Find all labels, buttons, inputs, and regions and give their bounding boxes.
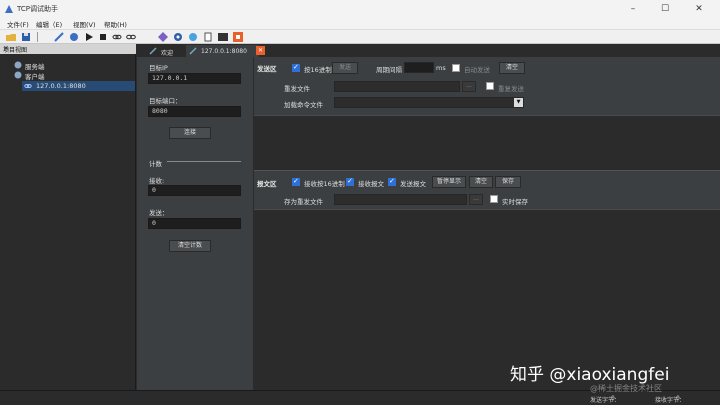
menu-bar: 文件(F) 编辑（E) 视图(V) 帮助(H): [0, 18, 720, 30]
recv-bytes-label: 接收字节：: [655, 397, 686, 404]
globe-icon[interactable]: [188, 32, 198, 42]
auto-send-label: 自动发送: [464, 66, 490, 74]
repeat-file-input[interactable]: [334, 81, 460, 92]
cycle-unit-label: ms: [436, 64, 446, 72]
app-logo-icon: [5, 5, 13, 13]
tree-item-server[interactable]: 服务端: [14, 60, 124, 71]
cycle-interval-label: 周期间隔: [376, 66, 402, 74]
receive-clear-button[interactable]: 清空: [469, 176, 493, 188]
clear-count-button[interactable]: 清空计数: [169, 240, 211, 252]
tab-connection[interactable]: 127.0.0.1:8080: [186, 45, 259, 57]
send-hex-label: 按16进制: [304, 66, 332, 74]
send-count-field: 0: [148, 218, 241, 229]
document-icon[interactable]: [203, 32, 213, 42]
cycle-interval-input[interactable]: [404, 62, 434, 73]
watermark-juejin: @稀土掘金技术社区: [590, 384, 662, 393]
realtime-save-label: 实时保存: [502, 198, 528, 206]
realtime-save-checkbox[interactable]: [490, 195, 498, 203]
minimize-icon[interactable]: –: [618, 2, 648, 16]
connection-icon: [189, 47, 197, 55]
recv-bytes-value: 0: [676, 395, 680, 402]
client-icon: [14, 71, 22, 79]
chevron-down-icon[interactable]: ▼: [514, 98, 523, 107]
tag-icon[interactable]: [158, 32, 168, 42]
counter-title: 计数: [149, 160, 162, 168]
window-title: TCP调试助手: [17, 5, 58, 13]
recv-msg-checkbox[interactable]: [346, 177, 354, 186]
receive-area-controls: 报文区 接收按16进制 接收报文 发送报文 暂停显示 清空 保存 存为重发文件 …: [254, 170, 720, 209]
pause-display-button[interactable]: 暂停显示: [432, 176, 466, 188]
link-icon[interactable]: [112, 32, 122, 42]
maximize-icon[interactable]: ☐: [650, 2, 680, 16]
data-panel: 发送区 按16进制 发送 周期间隔 ms 自动发送 清空 重发文件 ... 重复…: [254, 57, 720, 390]
toolbar-separator: [37, 32, 38, 42]
connection-icon: [24, 84, 32, 88]
receive-hex-label: 接收按16进制: [304, 180, 345, 188]
unlink-icon[interactable]: [126, 32, 136, 42]
save-button[interactable]: 保存: [495, 176, 521, 188]
send-area-controls: 发送区 按16进制 发送 周期间隔 ms 自动发送 清空 重发文件 ... 重复…: [254, 57, 720, 115]
target-ip-label: 目标IP: [149, 64, 168, 72]
receive-count-label: 接收:: [149, 177, 165, 185]
receive-count-field: 0: [148, 185, 241, 196]
counter-divider: [167, 161, 241, 162]
repeat-file-browse-button[interactable]: ...: [462, 81, 476, 92]
repeat-file-label: 重发文件: [284, 85, 310, 93]
toolbar: [0, 30, 720, 44]
send-text-area[interactable]: [254, 115, 720, 170]
recv-msg-label: 接收报文: [358, 180, 384, 188]
save-as-input[interactable]: [334, 194, 467, 205]
save-icon[interactable]: [21, 32, 31, 42]
network-icon[interactable]: [69, 32, 79, 42]
watermark-zhihu: 知乎 @xiaoxiangfei: [510, 365, 670, 385]
save-as-browse-button[interactable]: ...: [469, 194, 483, 205]
repeat-send-checkbox[interactable]: [486, 82, 494, 90]
receive-area-title: 报文区: [257, 180, 277, 188]
project-view-panel: 项目视图 × 服务端 客户端 127.0.0.1:8080: [0, 44, 136, 390]
target-port-input[interactable]: 8080: [148, 106, 241, 117]
close-panel-icon[interactable]: ×: [3, 44, 133, 52]
auto-send-checkbox[interactable]: [452, 64, 460, 72]
settings-icon[interactable]: [173, 32, 183, 42]
terminal-icon[interactable]: [218, 32, 228, 42]
send-clear-button[interactable]: 清空: [499, 62, 525, 74]
close-tab-icon[interactable]: ✕: [256, 46, 265, 55]
tab-welcome[interactable]: 欢迎: [146, 45, 184, 57]
title-bar: TCP调试助手 – ☐ ✕: [0, 0, 720, 18]
tree-item-connection[interactable]: 127.0.0.1:8080: [22, 81, 135, 91]
open-folder-icon[interactable]: [6, 32, 16, 42]
exit-icon[interactable]: [233, 32, 243, 42]
project-view-header: 项目视图 ×: [0, 44, 136, 54]
load-cmd-select[interactable]: ▼: [334, 97, 524, 108]
send-area-title: 发送区: [257, 65, 277, 73]
sent-bytes-label: 发送字节：: [590, 397, 621, 404]
close-window-icon[interactable]: ✕: [684, 2, 714, 16]
send-msg-label: 发送报文: [400, 180, 426, 188]
connect-icon[interactable]: [54, 32, 64, 42]
receive-hex-checkbox[interactable]: [292, 177, 300, 186]
connection-page: 目标IP 127.0.0.1 目标端口： 8080 连接 计数 接收: 0 发送…: [137, 57, 720, 390]
repeat-send-label: 重复发送: [498, 85, 524, 93]
target-ip-input[interactable]: 127.0.0.1: [148, 73, 241, 84]
connection-settings-panel: 目标IP 127.0.0.1 目标端口： 8080 连接 计数 接收: 0 发送…: [137, 57, 253, 390]
tab-bar: 欢迎 127.0.0.1:8080 ✕: [137, 44, 720, 57]
sent-bytes-value: 0: [611, 395, 615, 402]
save-as-label: 存为重发文件: [284, 198, 323, 206]
send-msg-checkbox[interactable]: [388, 177, 396, 186]
tree-item-client[interactable]: 客户端: [14, 70, 124, 81]
load-cmd-label: 加载命令文件: [284, 101, 323, 109]
send-count-label: 发送：: [149, 209, 169, 217]
send-button[interactable]: 发送: [332, 62, 358, 74]
menu-help[interactable]: 帮助(H): [104, 19, 127, 29]
connect-button[interactable]: 连接: [169, 127, 211, 139]
target-port-label: 目标端口：: [149, 97, 182, 105]
server-icon: [14, 61, 22, 69]
menu-view[interactable]: 视图(V): [73, 19, 96, 29]
menu-edit[interactable]: 编辑（E): [36, 19, 62, 29]
send-hex-checkbox[interactable]: [292, 63, 300, 72]
menu-file[interactable]: 文件(F): [7, 19, 29, 29]
welcome-icon: [149, 47, 157, 55]
stop-icon[interactable]: [98, 32, 108, 42]
play-icon[interactable]: [84, 32, 94, 42]
